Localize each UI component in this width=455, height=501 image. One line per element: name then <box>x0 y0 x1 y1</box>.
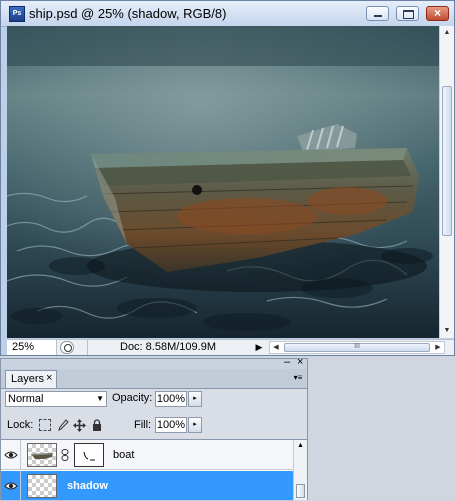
minimize-button[interactable] <box>366 6 389 21</box>
close-icon: × <box>433 6 441 20</box>
window-title: ship.psd @ 25% (shadow, RGB/8) <box>29 6 227 21</box>
layer-mask-thumbnail[interactable] <box>74 443 104 467</box>
layer-name: boat <box>113 449 135 461</box>
status-menu-arrow-icon[interactable]: ▶ <box>253 341 265 354</box>
title-bar[interactable]: Ps ship.psd @ 25% (shadow, RGB/8) × <box>1 1 454 27</box>
panel-tab-row: Layers × ▾≡ <box>1 369 307 389</box>
link-chain-icon[interactable] <box>61 449 69 461</box>
horizontal-scroll-thumb[interactable]: III <box>284 343 430 352</box>
document-window: Ps ship.psd @ 25% (shadow, RGB/8) × ▲ ▼ … <box>0 0 455 356</box>
layers-list: boat shadow ▲ <box>1 439 307 501</box>
blend-mode-select[interactable]: Normal ▼ <box>5 391 107 407</box>
lock-position-move-icon[interactable] <box>73 419 86 432</box>
fill-input[interactable]: 100% <box>155 417 187 433</box>
photoshop-document-icon: Ps <box>9 6 25 22</box>
eye-icon <box>4 451 18 459</box>
status-bar: 25% Doc: 8.58M/109.9M ▶ ◀ III ▶ <box>7 339 454 355</box>
layers-scroll-thumb[interactable] <box>296 484 305 498</box>
vertical-scrollbar[interactable]: ▲ ▼ <box>439 26 454 338</box>
image-canvas[interactable] <box>7 26 439 338</box>
horizontal-scrollbar[interactable]: ◀ III ▶ <box>269 341 445 354</box>
scroll-right-icon[interactable]: ▶ <box>432 342 444 353</box>
fill-slider-button[interactable]: ▸ <box>188 417 202 433</box>
lock-transparency-icon[interactable] <box>39 419 51 431</box>
underwater-ship-image <box>7 26 439 338</box>
blend-mode-value: Normal <box>8 393 44 405</box>
maximize-icon <box>403 10 414 19</box>
panel-close-button[interactable]: × <box>297 356 303 368</box>
zoom-level-field[interactable]: 25% <box>7 340 57 355</box>
panel-minimize-button[interactable]: – <box>284 356 290 368</box>
vertical-scroll-thumb[interactable] <box>442 86 452 236</box>
zoom-options-button[interactable] <box>60 341 74 354</box>
panel-menu-icon[interactable]: ▾≡ <box>291 372 305 384</box>
layer-thumbnail[interactable] <box>27 474 57 498</box>
layer-name: shadow <box>67 480 108 492</box>
visibility-toggle[interactable] <box>1 440 21 470</box>
layer-row-boat[interactable]: boat <box>1 440 293 470</box>
layer-thumbnail[interactable] <box>27 443 57 467</box>
layer-row-shadow[interactable]: shadow <box>1 471 293 501</box>
document-size-info: Doc: 8.58M/109.9M <box>87 340 248 355</box>
visibility-toggle[interactable] <box>1 471 21 501</box>
opacity-label: Opacity: <box>112 392 153 404</box>
circle-icon <box>64 344 72 352</box>
opacity-slider-button[interactable]: ▸ <box>188 391 202 407</box>
layers-panel: – × Layers × ▾≡ Normal ▼ Opacity: 100% ▸… <box>0 356 308 501</box>
tab-layers-label: Layers <box>11 373 45 385</box>
lock-label: Lock: <box>7 419 34 431</box>
scroll-down-icon[interactable]: ▼ <box>440 324 454 338</box>
lock-all-padlock-icon[interactable] <box>91 419 103 431</box>
tab-close-icon[interactable]: × <box>46 372 52 384</box>
scroll-up-icon[interactable]: ▲ <box>294 442 307 449</box>
opacity-input[interactable]: 100% <box>155 391 187 407</box>
maximize-button[interactable] <box>396 6 419 21</box>
eye-icon <box>4 482 18 490</box>
fill-label: Fill: <box>134 419 152 431</box>
scroll-up-icon[interactable]: ▲ <box>440 26 454 40</box>
chevron-down-icon: ▼ <box>96 394 104 403</box>
close-button[interactable]: × <box>426 6 449 21</box>
panel-header[interactable]: – × <box>1 356 307 369</box>
layers-scrollbar[interactable]: ▲ <box>293 440 307 500</box>
minimize-icon <box>374 15 382 17</box>
tab-layers[interactable]: Layers × <box>5 370 57 388</box>
scroll-left-icon[interactable]: ◀ <box>270 342 282 353</box>
lock-pixels-brush-icon[interactable] <box>57 419 69 431</box>
lock-row: Lock: Fill: <box>1 411 307 437</box>
